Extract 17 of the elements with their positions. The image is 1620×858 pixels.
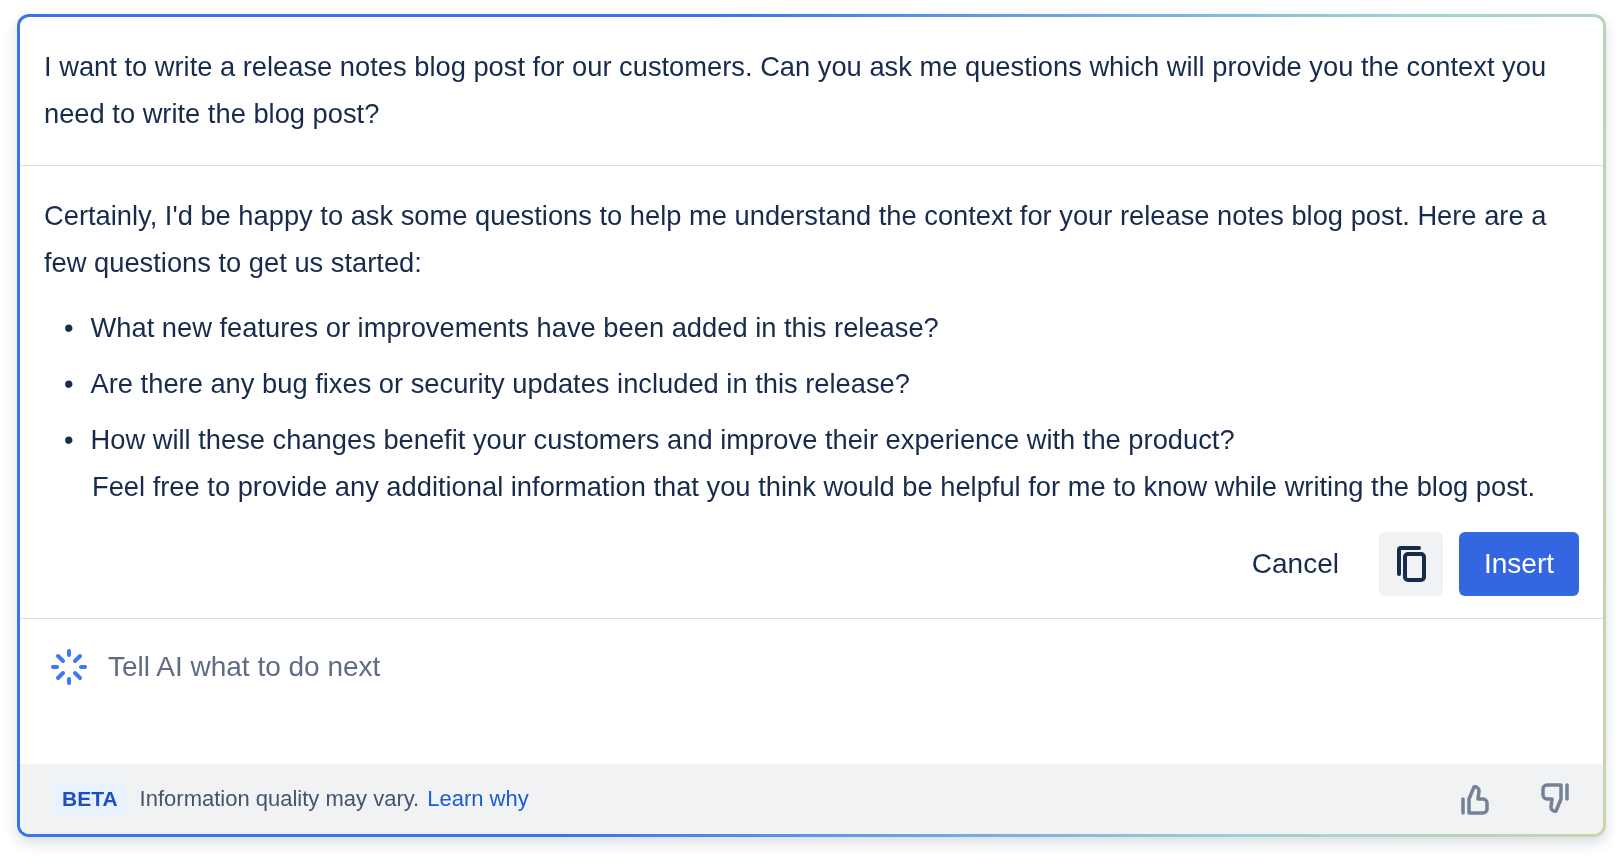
- copy-icon: [1395, 546, 1426, 582]
- learn-why-link[interactable]: Learn why: [427, 786, 529, 812]
- disclaimer-text: Information quality may vary.: [139, 786, 420, 812]
- cancel-button[interactable]: Cancel: [1227, 532, 1363, 596]
- question-text: What new features or improvements have been added in this release?: [90, 311, 939, 345]
- bullet-marker: •: [64, 423, 74, 457]
- insert-button[interactable]: Insert: [1458, 532, 1579, 596]
- beta-badge: BETA: [54, 783, 126, 815]
- question-text: Are there any bug fixes or security updates included in this release?: [90, 367, 910, 401]
- copy-button[interactable]: [1378, 532, 1443, 596]
- sparkle-icon: [50, 648, 88, 686]
- bullet-marker: •: [64, 367, 74, 401]
- question-text: How will these changes benefit your customers and improve their experience with the product?: [90, 423, 1235, 457]
- bullet-marker: •: [64, 311, 74, 345]
- response-text: Certainly, I'd be happy to ask some questions to help me understand the context for your release notes blog post. Here are a few questions to get us started:: [44, 199, 1548, 280]
- note-text: Feel free to provide any additional information that you think would be helpful for me to know while writing the blog post.: [92, 470, 1536, 504]
- prompt-text: I want to write a release notes blog post for our customers. Can you ask me questions which will provide you the context you need to write the blog post?: [44, 50, 1548, 131]
